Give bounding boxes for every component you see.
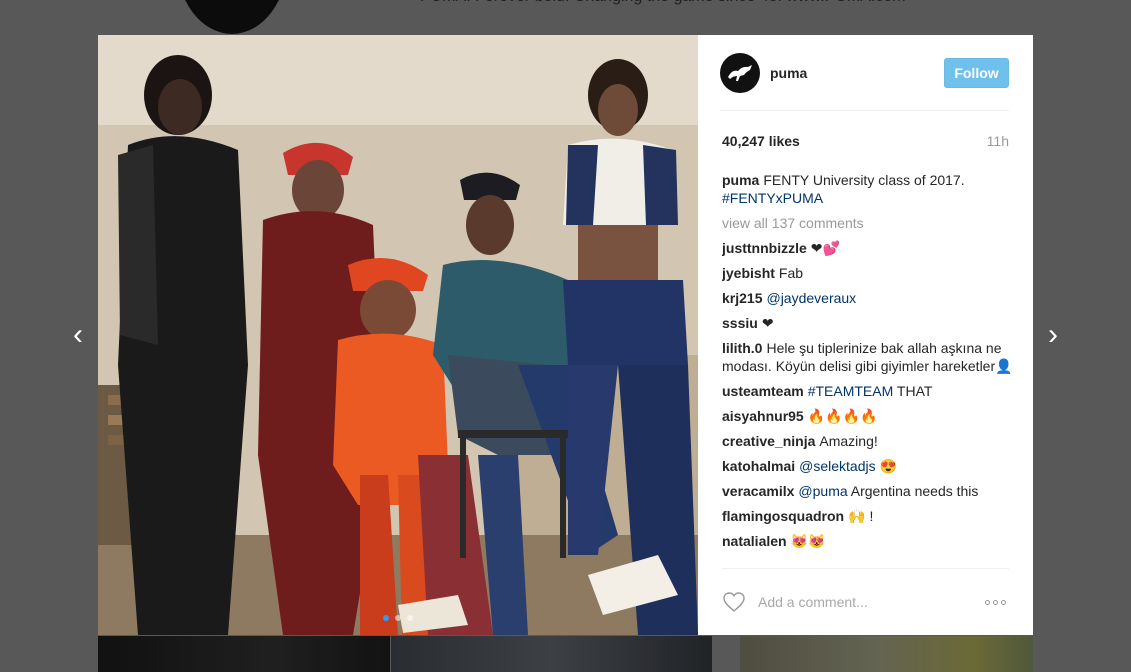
comment-mention[interactable]: #TEAMTEAM [808, 383, 894, 399]
comment-text: ❤ [761, 315, 774, 331]
comment-item: flamingosquadron 🙌 ! [722, 507, 1013, 525]
comment-item: creative_ninja Amazing! [722, 432, 1013, 450]
carousel-dot[interactable] [383, 615, 389, 621]
comment-item: jyebisht Fab [722, 264, 1013, 282]
view-all-comments-link[interactable]: view all 137 comments [722, 214, 1013, 232]
chevron-right-icon[interactable]: › [1039, 318, 1067, 352]
carousel-dot[interactable] [407, 615, 413, 621]
carousel-dot[interactable] [395, 615, 401, 621]
comment-item: usteamteam #TEAMTEAM THAT [722, 382, 1013, 400]
post-caption: puma FENTY University class of 2017. #FEN… [722, 171, 1013, 207]
comment-item: sssiu ❤ [722, 314, 1013, 332]
comment-item: natalialen 😻😻 [722, 532, 1013, 550]
comment-username[interactable]: natalialen [722, 533, 787, 549]
comment-item: lilith.0 Hele şu tiplerinize bak allah aş… [722, 339, 1013, 375]
comment-username[interactable]: justtnnbizzle [722, 240, 807, 256]
comment-text: THAT [896, 383, 933, 399]
heart-icon[interactable] [722, 590, 746, 614]
post-username[interactable]: puma [770, 65, 807, 81]
post-modal: puma Follow 40,247 likes 11h puma FENTY U… [98, 35, 1033, 635]
comment-item: justtnnbizzle ❤💕 [722, 239, 1013, 257]
comment-text: 🔥🔥🔥🔥 [807, 408, 878, 424]
post-photo-illustration [98, 35, 698, 635]
comment-text: Amazing! [819, 433, 878, 449]
comment-item: katohalmai @selektadjs 😍 [722, 457, 1013, 475]
caption-text: FENTY University class of 2017. [763, 172, 965, 188]
comment-text: Hele şu tiplerinize bak allah aşkına ne … [722, 340, 1013, 374]
likes-count[interactable]: 40,247 likes [722, 133, 800, 149]
post-meta: 40,247 likes 11h [722, 133, 1009, 149]
comment-text: Argentina needs this [850, 483, 979, 499]
carousel-dots [98, 615, 698, 621]
comment-text: Fab [778, 265, 804, 281]
comment-username[interactable]: katohalmai [722, 458, 795, 474]
comment-text: 😻😻 [790, 533, 826, 549]
comment-username[interactable]: aisyahnur95 [722, 408, 804, 424]
comment-username[interactable]: veracamilx [722, 483, 794, 499]
add-comment-input[interactable] [758, 594, 985, 610]
caption-hashtag[interactable]: #FENTYxPUMA [722, 190, 823, 206]
follow-button[interactable]: Follow [944, 58, 1009, 88]
comment-username[interactable]: sssiu [722, 315, 758, 331]
post-photo[interactable] [98, 35, 698, 635]
comment-username[interactable]: flamingosquadron [722, 508, 844, 524]
caption-username[interactable]: puma [722, 172, 759, 188]
comment-mention[interactable]: @jaydeveraux [766, 290, 856, 306]
comment-item: veracamilx @puma Argentina needs this [722, 482, 1013, 500]
comment-username[interactable]: jyebisht [722, 265, 775, 281]
comment-text: 😍 [879, 458, 897, 474]
comment-username[interactable]: krj215 [722, 290, 762, 306]
puma-logo-icon [728, 64, 752, 81]
more-options-icon[interactable] [985, 597, 1009, 607]
comment-text: ❤💕 [810, 240, 840, 256]
post-sidebar: puma Follow 40,247 likes 11h puma FENTY U… [698, 35, 1033, 635]
chevron-left-icon[interactable]: ‹ [64, 318, 92, 352]
comment-mention[interactable]: @puma [798, 483, 847, 499]
comment-username[interactable]: creative_ninja [722, 433, 815, 449]
comment-list[interactable]: puma FENTY University class of 2017. #FEN… [722, 171, 1013, 561]
post-time[interactable]: 11h [987, 133, 1009, 149]
comment-username[interactable]: usteamteam [722, 383, 804, 399]
comment-mention[interactable]: @selektadjs [799, 458, 875, 474]
comment-bar [722, 568, 1009, 635]
comment-username[interactable]: lilith.0 [722, 340, 762, 356]
comment-text: 🙌 ! [848, 508, 874, 524]
comment-item: aisyahnur95 🔥🔥🔥🔥 [722, 407, 1013, 425]
avatar[interactable] [720, 52, 760, 93]
comment-item: krj215 @jaydeveraux [722, 289, 1013, 307]
post-header: puma Follow [720, 35, 1009, 111]
